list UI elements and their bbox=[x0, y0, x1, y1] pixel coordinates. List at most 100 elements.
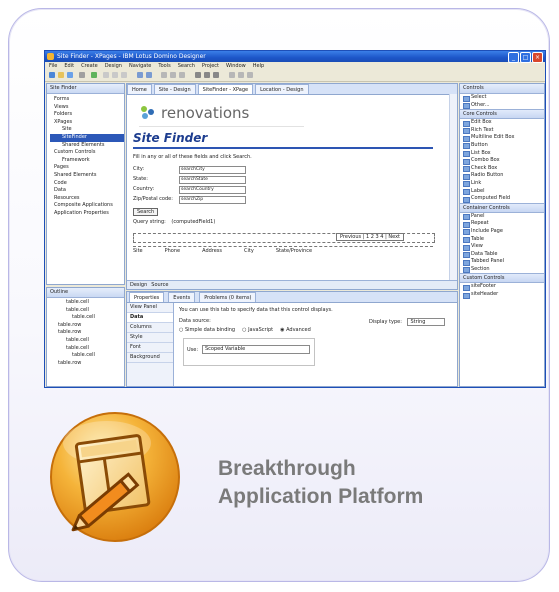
tool-select[interactable]: Select bbox=[460, 94, 544, 102]
group-core-controls[interactable]: Core Controls bbox=[460, 109, 544, 120]
source-tab[interactable]: Source bbox=[151, 281, 168, 289]
bullets-icon[interactable] bbox=[229, 72, 235, 78]
menu-navigate[interactable]: Navigate bbox=[129, 62, 151, 70]
radio-simple[interactable]: ○ Simple data binding bbox=[179, 327, 235, 333]
control-section[interactable]: Section bbox=[460, 266, 544, 274]
design-tab[interactable]: Design bbox=[130, 281, 147, 289]
vtab-view-panel[interactable]: View Panel bbox=[127, 303, 173, 313]
tab-events[interactable]: Events bbox=[168, 292, 196, 302]
editor-tab-sitefinder[interactable]: SiteFinder - XPage bbox=[197, 84, 254, 94]
control-tabbed-panel[interactable]: Tabbed Panel bbox=[460, 258, 544, 266]
outline-item[interactable]: table.row bbox=[50, 360, 124, 368]
state-field[interactable]: searchState bbox=[179, 176, 246, 184]
control-rich-text[interactable]: Rich Text bbox=[460, 127, 544, 135]
control-site-footer[interactable]: siteFooter bbox=[460, 283, 544, 291]
zip-field[interactable]: searchZip bbox=[179, 196, 246, 204]
bold-icon[interactable] bbox=[195, 72, 201, 78]
vtab-font[interactable]: Font bbox=[127, 343, 173, 353]
menu-window[interactable]: Window bbox=[226, 62, 246, 70]
design-canvas[interactable]: renovations Site Finder Fill in any or a… bbox=[129, 96, 447, 280]
menu-search[interactable]: Search bbox=[178, 62, 195, 70]
tab-problems[interactable]: Problems (0 items) bbox=[199, 292, 257, 302]
nav-item-xpages[interactable]: XPages bbox=[50, 119, 124, 127]
nav-item-site[interactable]: Site bbox=[50, 126, 124, 134]
nav-item-data[interactable]: Data bbox=[50, 187, 124, 195]
nav-item-pages[interactable]: Pages bbox=[50, 164, 124, 172]
align-left-icon[interactable] bbox=[161, 72, 167, 78]
outline-item[interactable]: table.cell bbox=[50, 314, 124, 322]
radio-advanced[interactable]: ◉ Advanced bbox=[280, 327, 311, 333]
control-view[interactable]: View bbox=[460, 243, 544, 251]
forward-icon[interactable] bbox=[146, 72, 152, 78]
control-button[interactable]: Button bbox=[460, 142, 544, 150]
back-icon[interactable] bbox=[137, 72, 143, 78]
indent-icon[interactable] bbox=[247, 72, 253, 78]
nav-item-folders[interactable]: Folders bbox=[50, 111, 124, 119]
open-icon[interactable] bbox=[58, 72, 64, 78]
outline-item[interactable]: table.cell bbox=[50, 345, 124, 353]
align-right-icon[interactable] bbox=[179, 72, 185, 78]
nav-item-shared-elements[interactable]: Shared Elements bbox=[50, 142, 124, 150]
nav-item-framework[interactable]: Framework bbox=[50, 157, 124, 165]
outline-item[interactable]: table.row bbox=[50, 329, 124, 337]
align-center-icon[interactable] bbox=[170, 72, 176, 78]
paste-icon[interactable] bbox=[121, 72, 127, 78]
search-button[interactable]: Search bbox=[133, 208, 159, 216]
menu-design[interactable]: Design bbox=[105, 62, 122, 70]
nav-item-custom-controls[interactable]: Custom Controls bbox=[50, 149, 124, 157]
editor-tab-home[interactable]: Home bbox=[127, 84, 152, 94]
radio-javascript[interactable]: ○ JavaScript bbox=[242, 327, 273, 333]
copy-icon[interactable] bbox=[112, 72, 118, 78]
outline-item[interactable]: table.cell bbox=[50, 337, 124, 345]
control-radio-button[interactable]: Radio Button bbox=[460, 172, 544, 180]
italic-icon[interactable] bbox=[204, 72, 210, 78]
editor-tab-location[interactable]: Location - Design bbox=[255, 84, 309, 94]
vtab-background[interactable]: Background bbox=[127, 353, 173, 363]
nav-item-composite-apps[interactable]: Composite Applications bbox=[50, 202, 124, 210]
menu-help[interactable]: Help bbox=[253, 62, 264, 70]
nav-item-app-properties[interactable]: Application Properties bbox=[50, 210, 124, 218]
editor-tab-site[interactable]: Site - Design bbox=[153, 84, 196, 94]
control-include-page[interactable]: Include Page bbox=[460, 228, 544, 236]
new-icon[interactable] bbox=[49, 72, 55, 78]
group-custom-controls[interactable]: Custom Controls bbox=[460, 273, 544, 284]
menu-create[interactable]: Create bbox=[81, 62, 98, 70]
outline-item[interactable]: table.cell bbox=[50, 299, 124, 307]
control-edit-box[interactable]: Edit Box bbox=[460, 119, 544, 127]
outline-item[interactable]: table.row bbox=[50, 322, 124, 330]
control-repeat[interactable]: Repeat bbox=[460, 220, 544, 228]
outline-item[interactable]: table.cell bbox=[50, 307, 124, 315]
display-type-select[interactable]: String bbox=[407, 318, 446, 326]
control-label[interactable]: Label bbox=[460, 188, 544, 196]
control-link[interactable]: Link bbox=[460, 180, 544, 188]
print-icon[interactable] bbox=[79, 72, 85, 78]
group-container-controls[interactable]: Container Controls bbox=[460, 202, 544, 213]
control-list-box[interactable]: List Box bbox=[460, 150, 544, 158]
control-check-box[interactable]: Check Box bbox=[460, 165, 544, 173]
nav-item-forms[interactable]: Forms bbox=[50, 96, 124, 104]
nav-item-code[interactable]: Code bbox=[50, 180, 124, 188]
menu-project[interactable]: Project bbox=[202, 62, 219, 70]
underline-icon[interactable] bbox=[213, 72, 219, 78]
vtab-style[interactable]: Style bbox=[127, 333, 173, 343]
country-field[interactable]: searchCountry bbox=[179, 186, 246, 194]
editor-scrollbar[interactable] bbox=[449, 94, 457, 289]
outline-item[interactable]: table.cell bbox=[50, 352, 124, 360]
nav-item-views[interactable]: Views bbox=[50, 104, 124, 112]
tab-properties[interactable]: Properties bbox=[129, 292, 165, 302]
tool-other[interactable]: Other... bbox=[460, 102, 544, 110]
nav-item-resources[interactable]: Resources bbox=[50, 195, 124, 203]
control-multiline-edit-box[interactable]: Multiline Edit Box bbox=[460, 134, 544, 142]
vtab-data[interactable]: Data bbox=[127, 313, 173, 323]
menu-tools[interactable]: Tools bbox=[158, 62, 170, 70]
scoped-variable-select[interactable]: Scoped Variable bbox=[202, 345, 310, 354]
city-field[interactable]: searchCity bbox=[179, 166, 246, 174]
control-site-header[interactable]: siteHeader bbox=[460, 291, 544, 299]
save-icon[interactable] bbox=[67, 72, 73, 78]
nav-item-shared[interactable]: Shared Elements bbox=[50, 172, 124, 180]
control-data-table[interactable]: Data Table bbox=[460, 251, 544, 259]
control-panel[interactable]: Panel bbox=[460, 213, 544, 221]
numbering-icon[interactable] bbox=[238, 72, 244, 78]
control-table[interactable]: Table bbox=[460, 236, 544, 244]
menu-file[interactable]: File bbox=[49, 62, 57, 70]
